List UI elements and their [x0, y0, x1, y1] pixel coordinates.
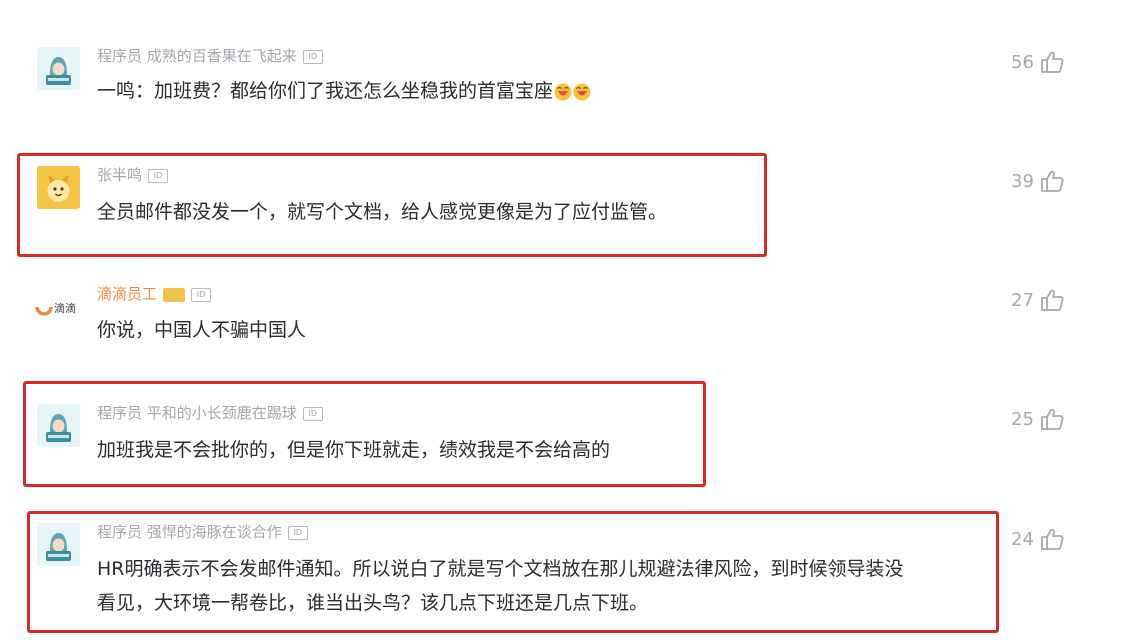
like-count: 24 — [1011, 529, 1034, 550]
id-badge-icon: ID — [287, 525, 308, 540]
coder-avatar-icon[interactable] — [37, 404, 80, 447]
coder-avatar-icon[interactable] — [37, 523, 80, 566]
comment-item-2: 张半鸣 ID 全员邮件都没发一个，就写个文档，给人感觉更像是为了应付监管。 39 — [0, 130, 1144, 260]
comment-author[interactable]: 张半鸣 ID — [97, 166, 169, 184]
id-badge-icon: ID — [148, 168, 169, 183]
thumbs-up-icon[interactable] — [1039, 527, 1065, 551]
like-count: 39 — [1011, 171, 1034, 192]
comment-text-line-2: 看见，大环境一帮卷比，谁当出头鸟？该几点下班还是几点下班。 — [97, 592, 649, 614]
thumbs-up-icon[interactable] — [1039, 288, 1065, 312]
comment-text-line-1: HR明确表示不会发邮件通知。所以说白了就是写个文档放在那儿规避法律风险，到时候领… — [97, 558, 904, 580]
comment-item-4: 程序员 平和的小长颈鹿在踢球 ID 加班我是不会批你的，但是你下班就走，绩效我是不… — [0, 380, 1144, 500]
id-badge-icon: ID — [302, 49, 323, 64]
id-badge-icon: ID — [191, 287, 212, 302]
thumbs-up-icon[interactable] — [1039, 407, 1065, 431]
svg-text:滴滴: 滴滴 — [54, 301, 76, 315]
comment-text: 一鸣：加班费？都给你们了我还怎么坐稳我的首富宝座 — [97, 76, 591, 107]
comment-item-1: 程序员 成熟的百香果在飞起来 ID 一鸣：加班费？都给你们了我还怎么坐稳我的首富宝… — [0, 0, 1144, 130]
comment-author[interactable]: 程序员 成熟的百香果在飞起来 ID — [97, 47, 323, 65]
didi-logo-icon[interactable]: 滴滴 — [34, 297, 86, 325]
yellow-pet-avatar-icon[interactable] — [37, 166, 80, 209]
like-count: 25 — [1011, 409, 1034, 430]
comment-author[interactable]: 滴滴员工 ID — [97, 285, 212, 303]
coder-avatar-icon[interactable] — [37, 47, 80, 90]
grinning-emoji-icon — [573, 83, 591, 101]
comment-text: 全员邮件都没发一个，就写个文档，给人感觉更像是为了应付监管。 — [97, 201, 668, 223]
comment-author[interactable]: 程序员 平和的小长颈鹿在踢球 ID — [97, 404, 323, 422]
comment-item-5: 程序员 强悍的海豚在谈合作 ID HR明确表示不会发邮件通知。所以说白了就是写个文… — [0, 500, 1144, 642]
like-count: 56 — [1011, 52, 1034, 73]
grinning-emoji-icon — [554, 83, 572, 101]
thumbs-up-icon[interactable] — [1039, 50, 1065, 74]
thumbs-up-icon[interactable] — [1039, 169, 1065, 193]
comment-text: 加班我是不会批你的，但是你下班就走，绩效我是不会给高的 — [97, 439, 611, 461]
comment-author[interactable]: 程序员 强悍的海豚在谈合作 ID — [97, 523, 308, 541]
vip-badge-icon — [163, 287, 186, 302]
comment-text: 你说，中国人不骗中国人 — [97, 319, 307, 341]
id-badge-icon: ID — [302, 406, 323, 421]
comment-item-3: 滴滴 滴滴员工 ID 你说，中国人不骗中国人 27 — [0, 260, 1144, 380]
like-count: 27 — [1011, 290, 1034, 311]
